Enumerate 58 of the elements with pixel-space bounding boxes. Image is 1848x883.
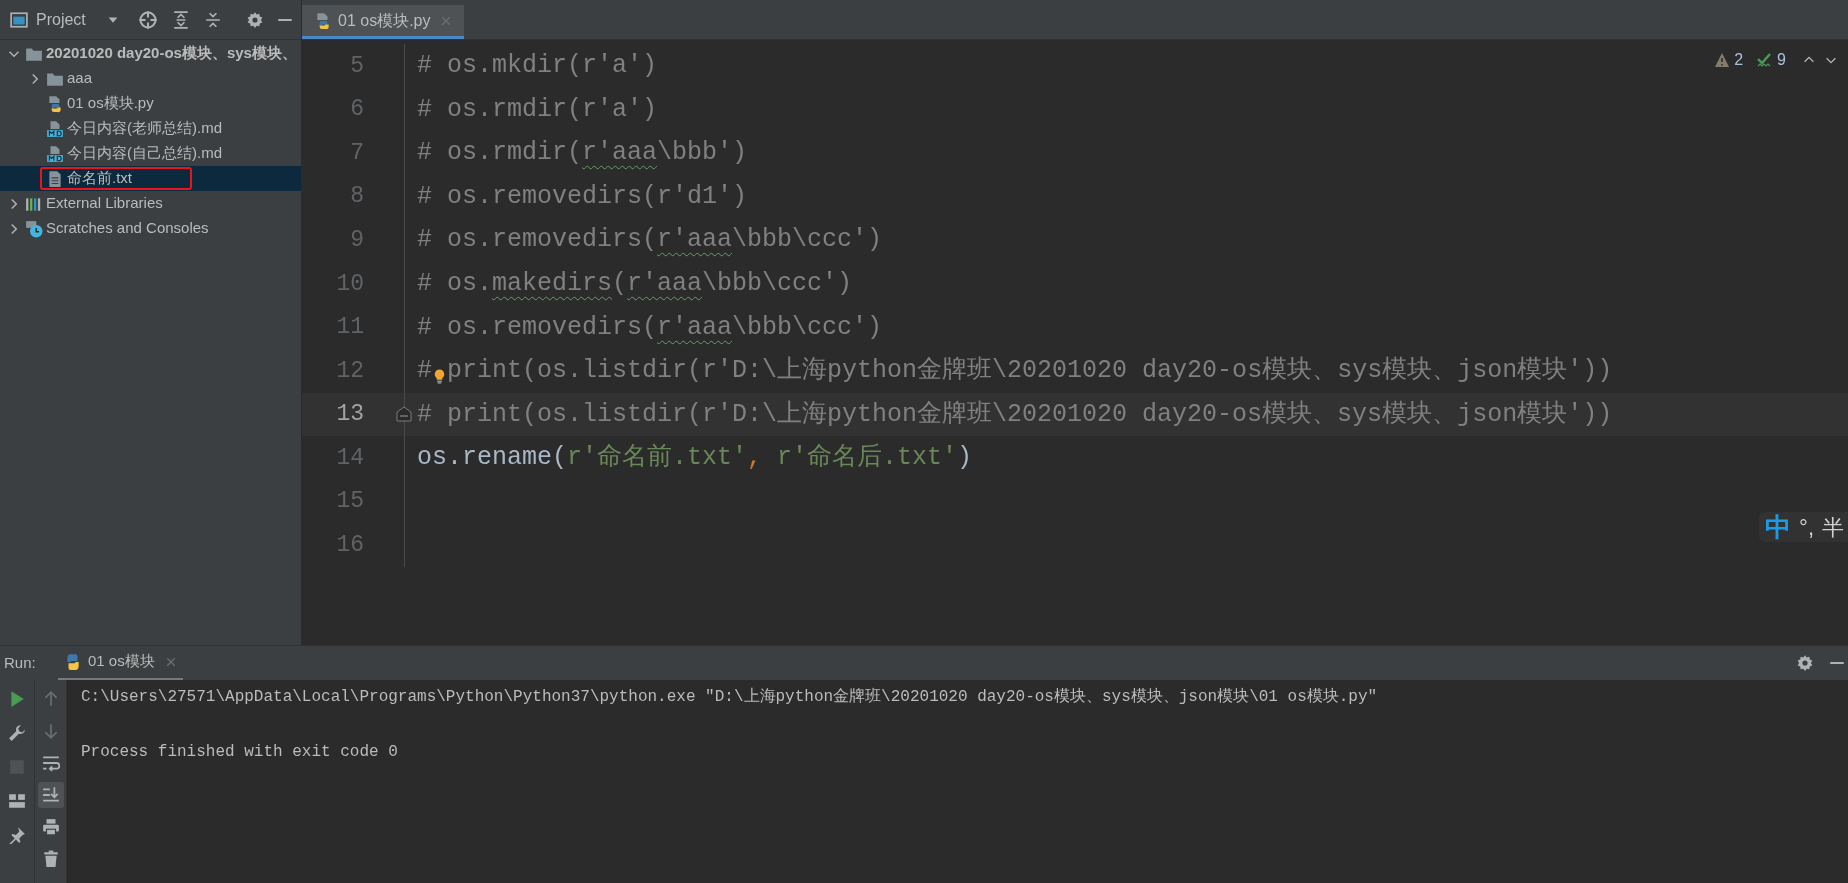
text-file-icon <box>46 169 64 188</box>
line-number: 6 <box>350 95 364 125</box>
tree-item[interactable]: 20201020 day20-os模块、sys模块、 <box>0 41 301 66</box>
line-number: 11 <box>336 313 364 343</box>
line-number: 14 <box>336 443 364 473</box>
code-line: # os.makedirs(r'aaa\bbb\ccc') <box>416 268 853 300</box>
tree-item[interactable]: Scratches and Consoles <box>0 216 301 241</box>
settings-icon[interactable] <box>245 10 264 29</box>
code-line: print(os.listdir(r'D:\上海python金牌班\20201020 day20-os模块、sys模块、json模块')) <box>447 355 1613 388</box>
collapse-all-icon[interactable] <box>203 10 222 29</box>
python-icon <box>64 652 82 671</box>
code-line: # os.rmdir(r'a') <box>416 93 658 126</box>
typo-count: 9 <box>1777 50 1786 70</box>
scroll-to-end-icon[interactable] <box>37 782 64 808</box>
typo-check-icon <box>1755 52 1774 68</box>
tree-item[interactable]: 01 os模块.py <box>0 91 301 116</box>
panel-title: Run: <box>3 652 37 673</box>
console-line: C:\Users\27571\AppData\Local\Programs\Python\Python37\python.exe "D:\上海python金牌班\20201020 day20-os模块、sys模块、json模块\01 os模块.py" <box>81 686 1378 708</box>
expand-all-icon[interactable] <box>171 10 190 29</box>
ime-toolbar[interactable]: 中 °, 半 <box>1759 512 1848 542</box>
settings-icon[interactable] <box>1796 654 1814 672</box>
line-number: 15 <box>336 487 364 517</box>
line-number: 16 <box>336 531 364 561</box>
line-number: 5 <box>350 51 364 81</box>
python-file-icon <box>314 11 332 30</box>
line-number: 8 <box>350 182 364 212</box>
crosshair-icon[interactable] <box>137 9 158 30</box>
code-line: # os.removedirs(r'aaa\bbb\ccc') <box>416 311 883 344</box>
code-line: # print(os.listdir(r'D:\上海python金牌班\20201020 day20-os模块、sys模块、json模块')) <box>416 398 1613 431</box>
warning-icon <box>1714 52 1731 68</box>
panel-title[interactable]: Project <box>36 7 86 32</box>
ime-width[interactable]: 半 <box>1822 510 1844 544</box>
line-number: 13 <box>336 400 364 430</box>
fold-marker-icon[interactable] <box>396 404 412 423</box>
python-file-icon <box>46 94 64 113</box>
exit-status-line: Process finished with exit code 0 <box>81 742 398 763</box>
code-line: # os.mkdir(r'a') <box>416 50 658 83</box>
line-number: 12 <box>336 356 364 386</box>
code-line: # os.removedirs(r'aaa\bbb\ccc') <box>416 224 883 257</box>
code-line: # <box>416 355 432 388</box>
tree-item[interactable]: aaa <box>0 66 301 91</box>
code-line: # os.rmdir(r'aaa\bbb') <box>416 137 748 170</box>
line-number: 10 <box>336 269 364 299</box>
scratches-icon <box>25 219 43 238</box>
ime-punctuation[interactable]: °, <box>1799 510 1814 544</box>
editor-tab[interactable]: 01 os模块.py <box>302 5 465 39</box>
line-number: 7 <box>350 138 364 168</box>
code-line: # os.removedirs(r'd1') <box>416 180 748 213</box>
tree-item[interactable]: 命名前.txt <box>0 166 301 191</box>
code-line: os.rename(r'命名前.txt', r'命名后.txt') <box>416 442 973 475</box>
markdown-file-icon <box>46 119 64 138</box>
line-number: 9 <box>350 225 364 255</box>
panel-icon[interactable] <box>10 10 28 29</box>
warning-count: 2 <box>1734 50 1744 70</box>
tree-item[interactable]: 今日内容(自己总结).md <box>0 141 301 166</box>
markdown-file-icon <box>46 144 64 163</box>
tree-item[interactable]: 今日内容(老师总结).md <box>0 116 301 141</box>
tree-item[interactable]: External Libraries <box>0 191 301 216</box>
